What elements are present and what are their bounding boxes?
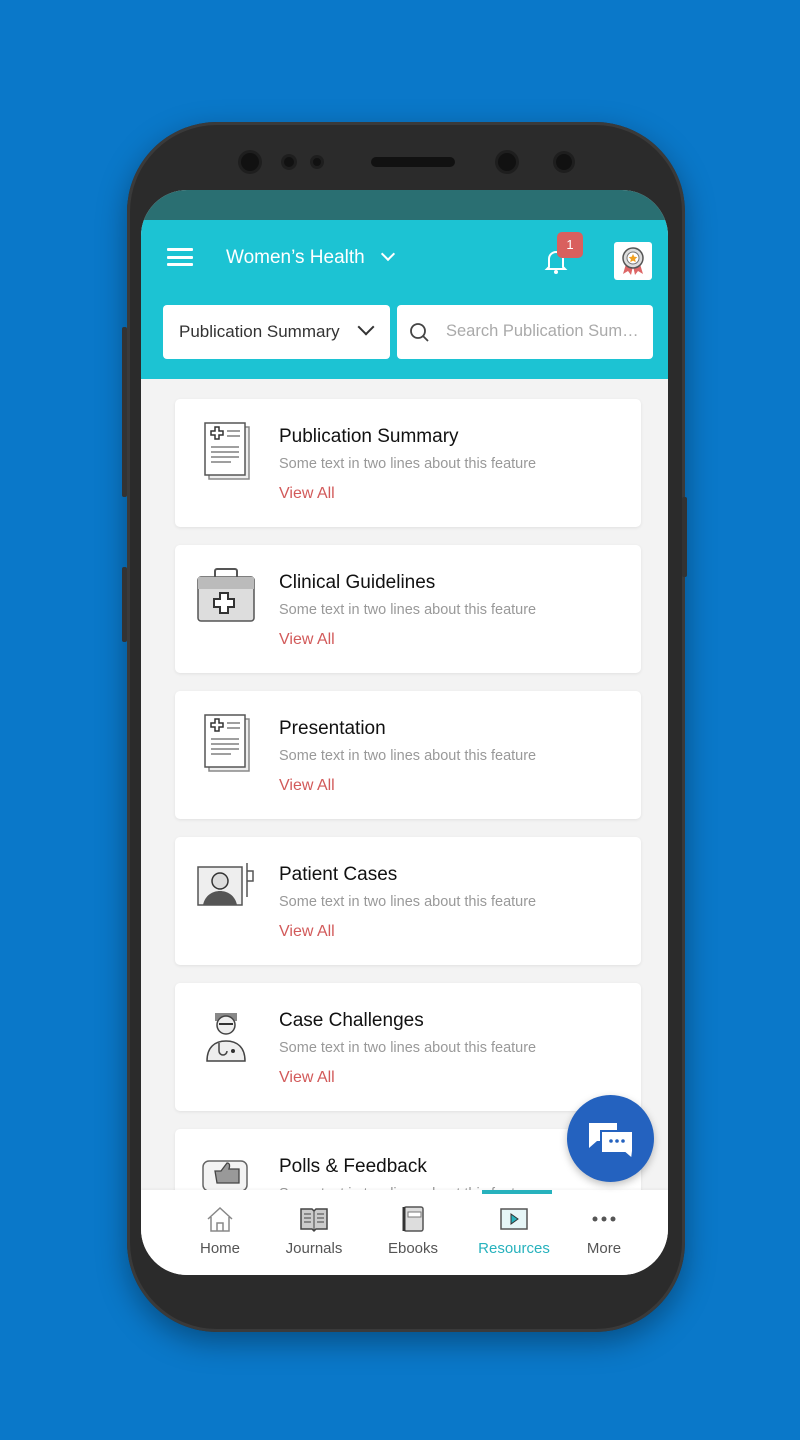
search-input[interactable]: Search Publication Summary xyxy=(397,305,653,359)
nav-label: Ebooks xyxy=(387,1240,439,1257)
more-dots-icon xyxy=(592,1216,616,1222)
resource-card[interactable]: Case Challenges Some text in two lines a… xyxy=(175,983,641,1111)
card-title: Patient Cases xyxy=(279,864,398,885)
view-all-link[interactable]: View All xyxy=(279,1069,335,1087)
card-description: Some text in two lines about this featur… xyxy=(279,748,537,764)
view-all-link[interactable]: View All xyxy=(279,485,335,503)
video-play-icon xyxy=(500,1208,528,1230)
bottom-navigation: Home Journals Ebooks Resources More xyxy=(141,1190,668,1275)
document-medical-icon xyxy=(195,421,257,483)
card-description: Some text in two lines about this featur… xyxy=(279,894,537,910)
view-all-link[interactable]: View All xyxy=(279,631,335,649)
chat-button[interactable] xyxy=(567,1095,654,1182)
card-title: Polls & Feedback xyxy=(279,1156,427,1177)
card-title: Presentation xyxy=(279,718,386,739)
resource-card[interactable]: Clinical Guidelines Some text in two lin… xyxy=(175,545,641,673)
chevron-down-icon xyxy=(380,246,395,262)
specialty-title: Women’s Health xyxy=(226,247,365,268)
resource-card[interactable]: Patient Cases Some text in two lines abo… xyxy=(175,837,641,965)
view-all-link[interactable]: View All xyxy=(279,923,335,941)
nav-label: Resources xyxy=(478,1240,550,1257)
ebook-icon xyxy=(402,1206,424,1232)
card-title: Case Challenges xyxy=(279,1010,424,1031)
category-dropdown[interactable]: Publication Summary xyxy=(163,305,390,359)
search-placeholder: Search Publication Summary xyxy=(446,322,642,340)
card-description: Some text in two lines about this featur… xyxy=(279,602,537,618)
book-open-icon xyxy=(300,1208,328,1233)
sensor xyxy=(313,158,321,166)
hamburger-menu-icon[interactable] xyxy=(167,248,193,266)
doctor-icon xyxy=(195,1005,257,1067)
award-button[interactable] xyxy=(614,242,652,280)
card-description: Some text in two lines about this featur… xyxy=(279,456,537,472)
camera xyxy=(241,153,259,171)
notification-badge: 1 xyxy=(557,232,583,258)
resource-card[interactable]: Publication Summary Some text in two lin… xyxy=(175,399,641,527)
specialty-selector[interactable]: Women’s Health xyxy=(226,246,395,269)
medical-kit-icon xyxy=(195,567,257,629)
nav-ebooks[interactable]: Ebooks xyxy=(368,1204,458,1257)
nav-label: Journals xyxy=(285,1240,343,1257)
nav-resources[interactable]: Resources xyxy=(469,1204,559,1257)
active-tab-indicator xyxy=(482,1190,552,1194)
search-icon xyxy=(410,323,429,342)
card-title: Publication Summary xyxy=(279,426,459,447)
side-button xyxy=(122,327,127,497)
side-button xyxy=(682,497,687,577)
chevron-down-icon xyxy=(357,318,375,336)
nav-label: Home xyxy=(199,1240,240,1257)
card-title: Clinical Guidelines xyxy=(279,572,436,593)
resource-card[interactable]: Presentation Some text in two lines abou… xyxy=(175,691,641,819)
card-description: Some text in two lines about this featur… xyxy=(279,1040,537,1056)
speaker xyxy=(371,157,455,167)
nav-more[interactable]: More xyxy=(559,1204,649,1257)
nav-label: More xyxy=(586,1240,622,1257)
patient-bed-icon xyxy=(195,859,257,921)
sensor xyxy=(556,154,572,170)
view-all-link[interactable]: View All xyxy=(279,777,335,795)
home-icon xyxy=(207,1206,233,1232)
nav-journals[interactable]: Journals xyxy=(269,1204,359,1257)
category-selected: Publication Summary xyxy=(179,322,340,341)
status-bar xyxy=(141,190,668,220)
app-header: Women’s Health 1 Publication Summary Sea… xyxy=(141,220,668,379)
camera xyxy=(498,153,516,171)
award-icon xyxy=(622,247,644,275)
sensor xyxy=(284,157,294,167)
chat-bubbles-icon xyxy=(589,1123,634,1161)
document-medical-icon xyxy=(195,713,257,775)
side-button xyxy=(122,567,127,642)
nav-home[interactable]: Home xyxy=(175,1204,265,1257)
